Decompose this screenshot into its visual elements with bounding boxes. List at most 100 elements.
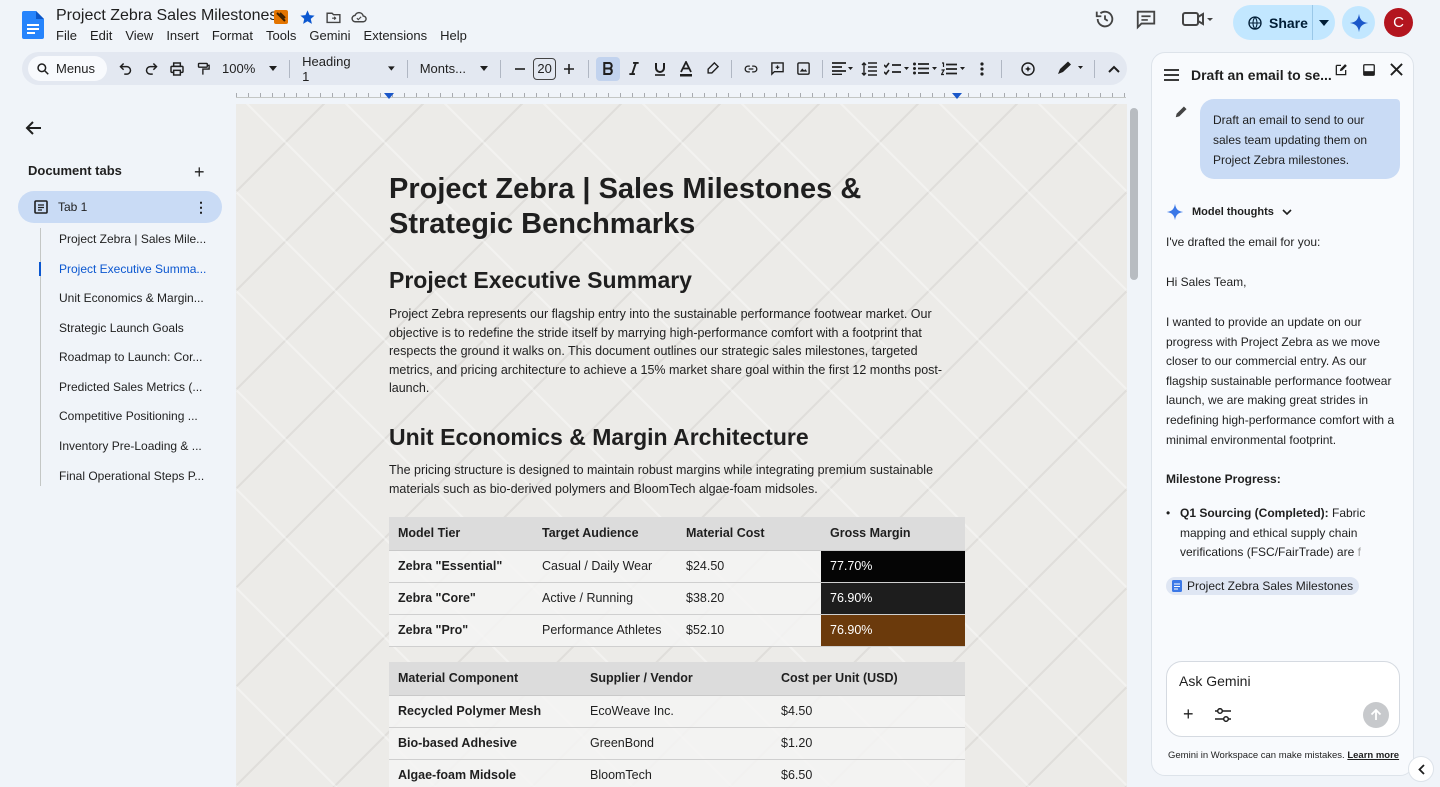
outline-item[interactable]: Project Executive Summa... xyxy=(59,262,206,276)
model-thoughts-toggle[interactable]: Model thoughts xyxy=(1166,203,1292,221)
material-cost-table[interactable]: Material Component Supplier / Vendor Cos… xyxy=(389,662,965,787)
decrease-font-size-icon[interactable] xyxy=(508,57,532,81)
comments-icon[interactable] xyxy=(1133,6,1159,32)
meet-video-icon[interactable] xyxy=(1178,6,1218,32)
back-arrow-icon[interactable] xyxy=(24,118,44,138)
undo-icon[interactable] xyxy=(113,57,137,81)
new-chat-edit-icon[interactable] xyxy=(1334,63,1348,82)
font-family-select[interactable]: Monts... xyxy=(414,61,494,76)
share-dropdown-icon[interactable] xyxy=(1313,19,1335,26)
menu-extensions[interactable]: Extensions xyxy=(364,28,428,43)
outline-item[interactable]: Strategic Launch Goals xyxy=(59,321,184,335)
italic-icon[interactable] xyxy=(622,57,646,81)
font-size-field[interactable]: 20 xyxy=(532,57,557,80)
left-indent-marker-icon[interactable] xyxy=(384,93,394,99)
table-cell[interactable]: Zebra "Pro" xyxy=(389,614,533,647)
line-spacing-icon[interactable] xyxy=(857,57,881,81)
table-cell[interactable]: $6.50 xyxy=(772,759,965,787)
align-left-icon[interactable] xyxy=(830,57,855,81)
send-button[interactable] xyxy=(1363,702,1389,728)
right-indent-marker-icon[interactable] xyxy=(952,93,962,99)
cloud-saved-icon[interactable] xyxy=(350,8,368,26)
menu-hamburger-icon[interactable] xyxy=(1164,69,1179,81)
table-cell[interactable]: Zebra "Essential" xyxy=(389,550,533,583)
increase-font-size-icon[interactable] xyxy=(557,57,581,81)
insert-image-icon[interactable] xyxy=(791,57,815,81)
outline-item[interactable]: Roadmap to Launch: Cor... xyxy=(59,350,202,364)
gemini-sparkle-button[interactable] xyxy=(1342,6,1375,39)
unit-economics-heading[interactable]: Unit Economics & Margin Architecture xyxy=(389,424,809,451)
outline-item[interactable]: Project Zebra | Sales Mile... xyxy=(59,232,206,246)
table-cell[interactable]: Bio-based Adhesive xyxy=(389,727,581,760)
table-cell[interactable]: $24.50 xyxy=(677,550,821,583)
outline-item[interactable]: Final Operational Steps P... xyxy=(59,469,204,483)
print-icon[interactable] xyxy=(165,57,189,81)
table-cell[interactable]: Zebra "Core" xyxy=(389,582,533,615)
menu-help[interactable]: Help xyxy=(440,28,467,43)
table-cell[interactable]: 76.90% xyxy=(821,614,965,647)
table-cell[interactable]: Algae-foam Midsole xyxy=(389,759,581,787)
ask-gemini-input[interactable] xyxy=(1179,673,1379,689)
model-tier-table[interactable]: Model Tier Target Audience Material Cost… xyxy=(389,517,965,647)
outline-item[interactable]: Predicted Sales Metrics (... xyxy=(59,380,202,394)
zoom-select[interactable]: 100% xyxy=(216,61,283,76)
document-heading[interactable]: Project Zebra | Sales Milestones & Strat… xyxy=(389,172,949,242)
google-docs-logo-icon[interactable] xyxy=(22,11,44,39)
add-comment-icon[interactable] xyxy=(765,57,789,81)
version-history-icon[interactable] xyxy=(1092,6,1118,32)
menu-insert[interactable]: Insert xyxy=(166,28,199,43)
search-menus-button[interactable]: Menus xyxy=(28,56,108,81)
source-document-chip[interactable]: Project Zebra Sales Milestones xyxy=(1166,577,1360,595)
paragraph-style-select[interactable]: Heading 1 xyxy=(296,54,401,84)
table-cell[interactable]: $52.10 xyxy=(677,614,821,647)
table-cell[interactable]: Recycled Polymer Mesh xyxy=(389,695,581,728)
bulleted-list-icon[interactable] xyxy=(912,57,939,81)
document-title[interactable]: Project Zebra Sales Milestones xyxy=(56,7,277,25)
table-cell[interactable]: $4.50 xyxy=(772,695,965,728)
table-cell[interactable]: 77.70% xyxy=(821,550,965,583)
menu-view[interactable]: View xyxy=(125,28,153,43)
move-to-folder-icon[interactable] xyxy=(324,8,342,26)
highlight-color-icon[interactable] xyxy=(700,57,724,81)
share-button[interactable]: Share xyxy=(1233,5,1335,40)
menu-gemini[interactable]: Gemini xyxy=(309,28,350,43)
exec-summary-paragraph[interactable]: Project Zebra represents our flagship en… xyxy=(389,305,964,398)
learn-more-link[interactable]: Learn more xyxy=(1347,750,1399,761)
underline-icon[interactable] xyxy=(648,57,672,81)
table-cell[interactable]: GreenBond xyxy=(581,727,772,760)
close-icon[interactable] xyxy=(1390,63,1403,82)
workspace-template-icon[interactable] xyxy=(272,8,290,26)
star-icon[interactable] xyxy=(298,8,316,26)
outline-item[interactable]: Inventory Pre-Loading & ... xyxy=(59,439,202,453)
collapse-side-panel-button[interactable] xyxy=(1408,756,1434,782)
table-cell[interactable]: EcoWeave Inc. xyxy=(581,695,772,728)
bold-icon[interactable] xyxy=(596,56,621,81)
account-avatar[interactable]: C xyxy=(1384,8,1413,37)
tab-more-icon[interactable]: ⋮ xyxy=(194,199,208,216)
insert-link-icon[interactable] xyxy=(739,57,763,81)
exec-summary-heading[interactable]: Project Executive Summary xyxy=(389,267,692,294)
menu-format[interactable]: Format xyxy=(212,28,253,43)
table-cell[interactable]: Performance Athletes xyxy=(533,614,677,647)
table-cell[interactable]: 76.90% xyxy=(821,582,965,615)
numbered-list-icon[interactable] xyxy=(941,57,968,81)
checklist-icon[interactable] xyxy=(883,57,910,81)
hide-menus-chevron-up-icon[interactable] xyxy=(1102,57,1126,81)
outline-item[interactable]: Competitive Positioning ... xyxy=(59,409,198,423)
editing-mode-icon[interactable] xyxy=(1055,57,1087,81)
add-tab-icon[interactable]: + xyxy=(194,162,205,183)
gemini-refine-icon[interactable] xyxy=(1016,57,1040,81)
menu-file[interactable]: File xyxy=(56,28,77,43)
add-attachment-icon[interactable]: + xyxy=(1183,704,1194,725)
table-cell[interactable]: BloomTech xyxy=(581,759,772,787)
text-color-icon[interactable] xyxy=(674,57,698,81)
document-canvas[interactable]: Project Zebra | Sales Milestones & Strat… xyxy=(236,104,1127,787)
table-cell[interactable]: $1.20 xyxy=(772,727,965,760)
tools-tune-icon[interactable] xyxy=(1215,708,1231,722)
table-cell[interactable]: Active / Running xyxy=(533,582,677,615)
redo-icon[interactable] xyxy=(139,57,163,81)
tab-1[interactable]: Tab 1 ⋮ xyxy=(18,191,222,223)
table-cell[interactable]: $38.20 xyxy=(677,582,821,615)
edit-prompt-pencil-icon[interactable] xyxy=(1174,105,1188,119)
document-scrollbar[interactable] xyxy=(1130,108,1138,280)
